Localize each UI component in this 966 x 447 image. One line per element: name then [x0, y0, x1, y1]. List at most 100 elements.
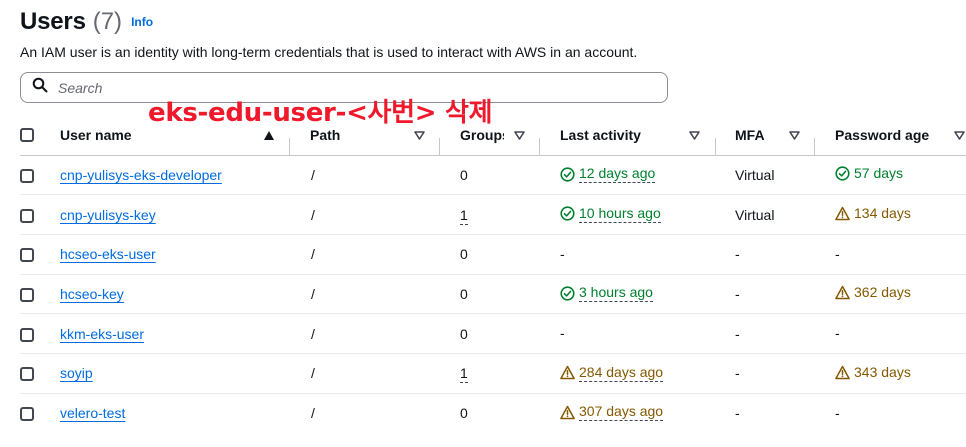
password-age-status: 343 days	[835, 364, 911, 381]
last-activity-text: 284 days ago	[579, 363, 664, 382]
select-cell	[20, 314, 60, 354]
column-header-user-name[interactable]: User name	[60, 116, 310, 156]
last-activity-status: -	[560, 246, 565, 263]
last-activity-cell: 3 hours ago	[560, 274, 735, 314]
warning-triangle-icon	[835, 285, 850, 300]
last-activity-cell: 12 days ago	[560, 155, 735, 195]
groups-value: 1	[460, 365, 468, 384]
last-activity-text: 10 hours ago	[579, 204, 661, 223]
path-value: /	[311, 166, 315, 183]
last-activity-text: 3 hours ago	[579, 284, 653, 303]
caret-down-icon[interactable]	[514, 130, 525, 140]
row-checkbox[interactable]	[20, 367, 34, 382]
info-link[interactable]: Info	[131, 15, 153, 29]
groups-value: 0	[460, 405, 468, 422]
last-activity-status: 10 hours ago	[560, 205, 661, 223]
mfa-cell: -	[735, 234, 835, 274]
user-name-link[interactable]: kkm-eks-user	[60, 326, 144, 342]
mfa-cell: -	[735, 314, 835, 354]
table-row: cnp-yulisys-key / 1 10 hours ago Virtual…	[20, 195, 966, 235]
caret-down-icon[interactable]	[414, 130, 425, 140]
path-value: /	[311, 325, 315, 342]
user-name-cell: hcseo-key	[60, 274, 310, 314]
caret-down-icon[interactable]	[954, 130, 965, 140]
user-name-link[interactable]: soyip	[60, 365, 93, 381]
groups-cell: 0	[460, 274, 560, 314]
caret-up-icon[interactable]	[264, 130, 274, 140]
mfa-value: -	[735, 325, 740, 342]
row-checkbox[interactable]	[20, 248, 34, 263]
mfa-cell: Virtual	[735, 195, 835, 235]
column-header-groups[interactable]: Groups	[460, 116, 560, 156]
warning-triangle-icon	[835, 206, 850, 221]
column-header-last-activity[interactable]: Last activity	[560, 116, 735, 156]
password-age-status: 57 days	[835, 165, 903, 182]
table-row: hcseo-eks-user / 0 - - -	[20, 234, 966, 275]
select-cell	[20, 274, 60, 314]
path-cell: /	[310, 155, 460, 195]
password-age-text: 362 days	[854, 284, 911, 301]
path-cell: /	[310, 195, 460, 235]
user-name-link[interactable]: hcseo-eks-user	[60, 246, 156, 262]
mfa-cell: -	[735, 353, 835, 393]
groups-value: 1	[460, 206, 468, 225]
row-checkbox[interactable]	[20, 208, 34, 223]
check-circle-icon	[560, 206, 575, 221]
groups-value: 0	[460, 246, 468, 263]
column-header-password-age[interactable]: Password age	[835, 116, 966, 156]
path-value: /	[311, 285, 315, 302]
last-activity-status: 3 hours ago	[560, 284, 653, 303]
password-age-text: -	[835, 245, 840, 262]
user-name-link[interactable]: cnp-yulisys-key	[60, 207, 156, 223]
mfa-value: -	[735, 246, 740, 263]
password-age-cell: -	[835, 234, 966, 274]
path-cell: /	[310, 234, 460, 274]
table-row: soyip / 1 284 days ago - 343 days	[20, 353, 966, 394]
password-age-text: 57 days	[854, 165, 904, 182]
row-checkbox[interactable]	[20, 407, 34, 422]
column-header-path[interactable]: Path	[310, 116, 460, 156]
user-name-cell: hcseo-eks-user	[60, 234, 310, 274]
row-checkbox[interactable]	[20, 327, 34, 342]
table-row: velero-test / 0 307 days ago - -	[20, 393, 966, 433]
mfa-cell: -	[735, 274, 835, 314]
check-circle-icon	[560, 167, 575, 182]
path-cell: /	[310, 274, 460, 314]
last-activity-cell: 10 hours ago	[560, 195, 735, 235]
user-count: (7)	[92, 8, 123, 35]
caret-down-icon[interactable]	[689, 130, 700, 140]
select-cell	[20, 393, 60, 433]
search-icon	[32, 77, 48, 98]
last-activity-cell: 307 days ago	[560, 393, 735, 433]
caret-down-icon[interactable]	[789, 130, 800, 140]
password-age-status: -	[835, 325, 840, 342]
last-activity-status: 12 days ago	[560, 165, 656, 184]
path-value: /	[311, 206, 315, 223]
last-activity-status: 307 days ago	[560, 403, 664, 422]
page-description: An IAM user is an identity with long-ter…	[20, 44, 638, 60]
password-age-cell: 343 days	[835, 353, 966, 393]
column-label: Groups	[460, 127, 504, 144]
user-name-link[interactable]: cnp-yulisys-eks-developer	[60, 167, 222, 183]
last-activity-text: -	[560, 325, 565, 342]
password-age-status: 134 days	[835, 205, 911, 222]
table-row: kkm-eks-user / 0 - - -	[20, 314, 966, 354]
groups-value: 0	[460, 325, 468, 342]
groups-cell: 0	[460, 234, 560, 274]
password-age-status: -	[835, 405, 840, 422]
select-cell	[20, 353, 60, 393]
user-name-cell: kkm-eks-user	[60, 314, 310, 354]
password-age-text: -	[835, 325, 840, 342]
select-all-checkbox[interactable]	[20, 128, 34, 143]
user-name-link[interactable]: velero-test	[60, 405, 125, 421]
warning-triangle-icon	[835, 365, 850, 380]
password-age-cell: -	[835, 393, 966, 433]
password-age-status: 362 days	[835, 284, 911, 301]
row-checkbox[interactable]	[20, 288, 34, 303]
row-checkbox[interactable]	[20, 168, 34, 183]
password-age-cell: 362 days	[835, 274, 966, 314]
path-value: /	[311, 405, 315, 422]
user-name-link[interactable]: hcseo-key	[60, 286, 124, 302]
path-cell: /	[310, 393, 460, 433]
column-header-mfa[interactable]: MFA	[735, 116, 835, 156]
